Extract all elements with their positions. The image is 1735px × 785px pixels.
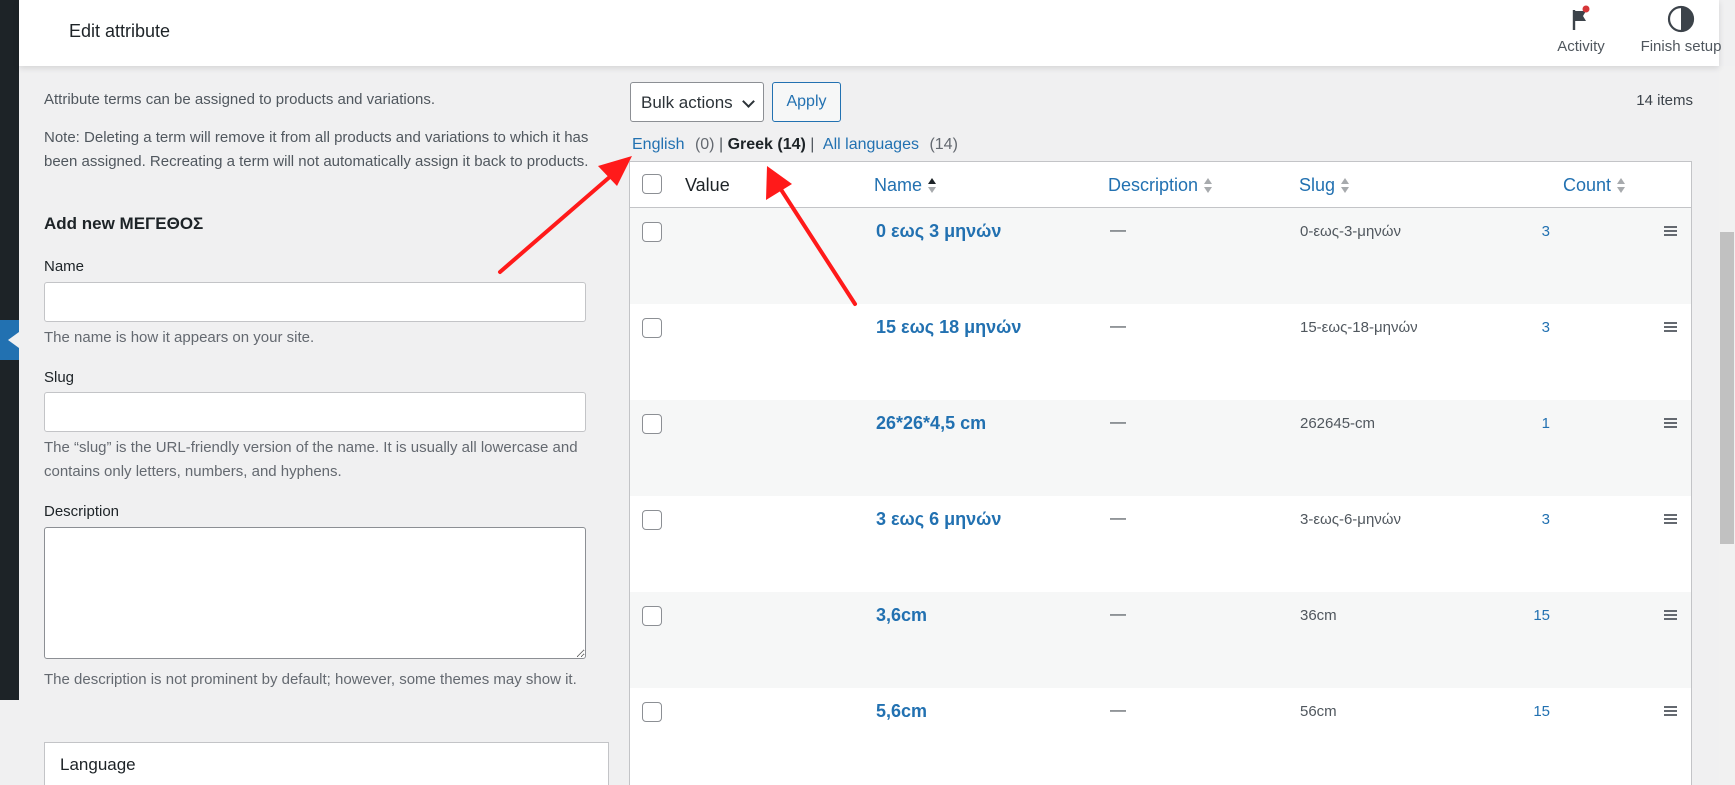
language-filter: English (0) | Greek (14) | All languages… xyxy=(632,136,958,154)
terms-table: Value Name Description Slug Count 0 εως … xyxy=(629,161,1692,785)
filter-greek[interactable]: Greek xyxy=(728,136,773,153)
drag-handle-icon[interactable] xyxy=(1664,610,1677,620)
term-name-link[interactable]: 5,6cm xyxy=(876,701,927,722)
term-count-link[interactable]: 3 xyxy=(1510,319,1550,336)
intro-text: Attribute terms can be assigned to produ… xyxy=(44,91,436,108)
sidebar-bottom xyxy=(0,700,19,785)
term-slug: 56cm xyxy=(1300,703,1337,720)
items-count: 14 items xyxy=(1636,92,1693,109)
filter-all-count: (14) xyxy=(929,136,958,153)
sort-icon xyxy=(1617,178,1626,194)
term-description: — xyxy=(1110,510,1126,527)
term-name-link[interactable]: 3,6cm xyxy=(876,605,927,626)
term-slug: 15-εως-18-μηνών xyxy=(1300,319,1418,336)
term-name-link[interactable]: 0 εως 3 μηνών xyxy=(876,221,1001,242)
top-header: Edit attribute Activity Finish setup xyxy=(19,0,1721,66)
drag-handle-icon[interactable] xyxy=(1664,514,1677,524)
filter-greek-count: (14) xyxy=(777,136,806,153)
table-header: Value Name Description Slug Count xyxy=(630,162,1691,208)
language-box[interactable]: Language xyxy=(44,742,609,785)
slug-help: The “slug” is the URL-friendly version o… xyxy=(44,439,578,480)
drag-handle-icon[interactable] xyxy=(1664,226,1677,236)
row-checkbox[interactable] xyxy=(642,510,662,530)
name-help: The name is how it appears on your site. xyxy=(44,329,315,346)
slug-input[interactable] xyxy=(44,392,586,432)
term-description: — xyxy=(1110,702,1126,719)
row-checkbox[interactable] xyxy=(642,318,662,338)
row-checkbox[interactable] xyxy=(642,222,662,242)
filter-english[interactable]: English xyxy=(632,136,684,153)
term-name-link[interactable]: 26*26*4,5 cm xyxy=(876,413,986,434)
column-value: Value xyxy=(685,175,730,195)
bulk-actions-value: Bulk actions xyxy=(641,93,733,112)
table-row: 3 εως 6 μηνών — 3-εως-6-μηνών 3 xyxy=(630,496,1691,592)
column-description[interactable]: Description xyxy=(1108,175,1213,196)
name-input[interactable] xyxy=(44,282,586,322)
column-name-label: Name xyxy=(874,175,923,195)
active-menu-marker xyxy=(0,320,19,360)
slug-label: Slug xyxy=(44,369,75,386)
admin-sidebar-strip xyxy=(0,0,19,700)
term-count-link[interactable]: 15 xyxy=(1510,607,1550,624)
name-label: Name xyxy=(44,258,85,275)
column-description-label: Description xyxy=(1108,175,1199,195)
row-checkbox[interactable] xyxy=(642,414,662,434)
table-row: 26*26*4,5 cm — 262645-cm 1 xyxy=(630,400,1691,496)
finish-setup-button[interactable]: Finish setup xyxy=(1611,4,1735,55)
filter-separator: | xyxy=(718,136,724,153)
term-slug: 3-εως-6-μηνών xyxy=(1300,511,1401,528)
table-row: 3,6cm — 36cm 15 xyxy=(630,592,1691,688)
row-checkbox[interactable] xyxy=(642,606,662,626)
description-textarea[interactable] xyxy=(44,527,586,659)
term-slug: 36cm xyxy=(1300,607,1337,624)
filter-separator: | xyxy=(810,136,815,153)
filter-english-count: (0) xyxy=(694,136,715,153)
column-slug[interactable]: Slug xyxy=(1299,175,1350,196)
chevron-down-icon xyxy=(742,95,755,108)
term-description: — xyxy=(1110,414,1126,431)
term-description: — xyxy=(1110,222,1126,239)
term-description: — xyxy=(1110,318,1126,335)
table-row: 5,6cm — 56cm 15 xyxy=(630,688,1691,784)
description-label: Description xyxy=(44,503,120,520)
column-count[interactable]: Count xyxy=(1563,175,1626,196)
apply-button[interactable]: Apply xyxy=(772,82,841,122)
drag-handle-icon[interactable] xyxy=(1664,706,1677,716)
flag-icon xyxy=(1572,5,1590,30)
description-help: The description is not prominent by defa… xyxy=(44,671,577,688)
table-row: 15 εως 18 μηνών — 15-εως-18-μηνών 3 xyxy=(630,304,1691,400)
page-scrollbar-thumb[interactable] xyxy=(1720,232,1734,544)
table-row: 0 εως 3 μηνών — 0-εως-3-μηνών 3 xyxy=(630,208,1691,304)
bulk-actions-select[interactable]: Bulk actions xyxy=(630,82,764,122)
filter-all-languages[interactable]: All languages xyxy=(823,136,919,153)
add-new-heading: Add new ΜΕΓΕΘΟΣ xyxy=(44,214,204,233)
term-count-link[interactable]: 3 xyxy=(1510,511,1550,528)
delete-note: Note: Deleting a term will remove it fro… xyxy=(44,129,589,170)
term-name-link[interactable]: 3 εως 6 μηνών xyxy=(876,509,1001,530)
term-slug: 262645-cm xyxy=(1300,415,1376,432)
term-count-link[interactable]: 1 xyxy=(1510,415,1550,432)
row-checkbox[interactable] xyxy=(642,702,662,722)
term-count-link[interactable]: 15 xyxy=(1510,703,1550,720)
finish-setup-label: Finish setup xyxy=(1640,38,1722,55)
term-count-link[interactable]: 3 xyxy=(1510,223,1550,240)
term-description: — xyxy=(1110,606,1126,623)
drag-handle-icon[interactable] xyxy=(1664,418,1677,428)
column-slug-label: Slug xyxy=(1299,175,1336,195)
column-count-label: Count xyxy=(1563,175,1612,195)
term-name-link[interactable]: 15 εως 18 μηνών xyxy=(876,317,1021,338)
drag-handle-icon[interactable] xyxy=(1664,322,1677,332)
term-slug: 0-εως-3-μηνών xyxy=(1300,223,1401,240)
sort-ascending-icon xyxy=(928,178,937,194)
column-name[interactable]: Name xyxy=(874,175,937,196)
language-label: Language xyxy=(60,755,136,774)
half-circle-icon xyxy=(1667,5,1695,33)
sort-icon xyxy=(1341,178,1350,194)
sort-icon xyxy=(1204,178,1213,194)
activity-label: Activity xyxy=(1557,38,1605,55)
page-title: Edit attribute xyxy=(69,21,171,41)
select-all-checkbox[interactable] xyxy=(642,174,662,194)
